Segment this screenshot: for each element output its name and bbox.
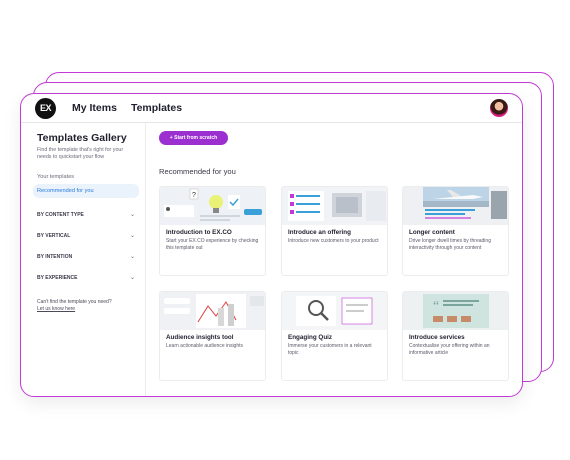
card-description: Start your EX.CO experience by checking … <box>166 238 259 251</box>
magnifier-illustration <box>296 296 373 326</box>
card-title: Introduction to EX.CO <box>166 229 232 236</box>
main-content: + Start from scratch Recommended for you… <box>159 123 522 396</box>
cant-find-text: Can't find the template you need? Let us… <box>37 299 135 313</box>
card-description: Immerse your customers in a relevant top… <box>288 343 372 356</box>
filter-vertical[interactable]: BY VERTICAL ⌄ <box>37 225 135 246</box>
avatar[interactable] <box>490 99 508 117</box>
airplane-illustration <box>423 187 507 219</box>
sidebar-item-your-templates[interactable]: Your templates <box>37 170 135 184</box>
template-card-offering[interactable]: Introduce an offering Introduce new cust… <box>281 186 388 276</box>
quote-illustration: “ <box>423 294 489 328</box>
svg-text:“: “ <box>433 299 439 314</box>
filter-content-type[interactable]: BY CONTENT TYPE ⌄ <box>37 204 135 225</box>
app-window: EX My Items Templates Templates Gallery … <box>20 93 523 397</box>
filter-intention[interactable]: BY INTENTION ⌄ <box>37 246 135 267</box>
card-title: Audience insights tool <box>166 334 234 341</box>
chevron-down-icon: ⌄ <box>129 254 135 260</box>
filter-label: BY CONTENT TYPE <box>37 211 84 218</box>
card-thumbnail <box>160 292 265 330</box>
start-from-scratch-button[interactable]: + Start from scratch <box>159 131 228 145</box>
template-card-quiz[interactable]: Engaging Quiz Immerse your customers in … <box>281 291 388 381</box>
card-title: Introduce an offering <box>288 229 351 236</box>
template-card-services[interactable]: “ Introduce services Contextualise your … <box>402 291 509 381</box>
card-title: Engaging Quiz <box>288 334 333 341</box>
lightbulb-illustration: ? <box>164 188 262 221</box>
checklist-illustration <box>288 191 386 221</box>
card-title: Introduce services <box>409 334 465 341</box>
card-description: Contextualise your offering within an in… <box>409 343 490 356</box>
nav-templates[interactable]: Templates <box>131 102 182 114</box>
chevron-down-icon: ⌄ <box>129 212 135 218</box>
card-thumbnail: “ <box>403 292 508 330</box>
filter-label: BY INTENTION <box>37 253 73 260</box>
chevron-down-icon: ⌄ <box>129 275 135 281</box>
let-us-know-link[interactable]: Let us know here <box>37 306 75 312</box>
top-bar: EX My Items Templates <box>21 94 522 123</box>
exco-logo[interactable]: EX <box>35 97 56 119</box>
sidebar-item-recommended[interactable]: Recommended for you <box>33 184 139 198</box>
card-thumbnail <box>282 292 387 330</box>
svg-text:?: ? <box>192 192 196 199</box>
card-description: Learn actionable audience insights <box>166 343 243 349</box>
cant-find-label: Can't find the template you need? <box>37 299 112 305</box>
recommended-heading: Recommended for you <box>159 167 236 176</box>
gallery-title: Templates Gallery <box>37 132 127 144</box>
chart-illustration <box>164 294 264 328</box>
filter-label: BY VERTICAL <box>37 232 71 239</box>
chevron-down-icon: ⌄ <box>129 233 135 239</box>
template-card-intro[interactable]: ? Introduction to EX.CO Start your EX.CO… <box>159 186 266 276</box>
filter-experience[interactable]: BY EXPERIENCE ⌄ <box>37 267 135 288</box>
nav-my-items[interactable]: My Items <box>72 102 117 114</box>
card-thumbnail <box>282 187 387 225</box>
card-title: Longer content <box>409 229 455 236</box>
template-card-audience-insights[interactable]: Audience insights tool Learn actionable … <box>159 291 266 381</box>
card-description: Introduce new customers to your product <box>288 238 379 244</box>
gallery-subtitle: Find the template that's right for your … <box>37 147 124 160</box>
card-thumbnail <box>403 187 508 225</box>
filter-label: BY EXPERIENCE <box>37 274 78 281</box>
sidebar: Templates Gallery Find the template that… <box>21 123 146 396</box>
card-description: Drive longer dwell times by threading in… <box>409 238 491 251</box>
template-card-longer-content[interactable]: Longer content Drive longer dwell times … <box>402 186 509 276</box>
card-thumbnail: ? <box>160 187 265 225</box>
